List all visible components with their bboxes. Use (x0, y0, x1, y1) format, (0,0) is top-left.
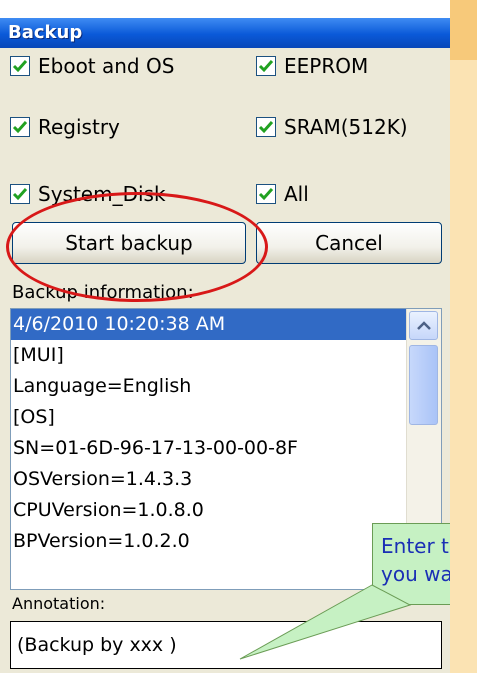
callout-pointer (239, 584, 412, 660)
